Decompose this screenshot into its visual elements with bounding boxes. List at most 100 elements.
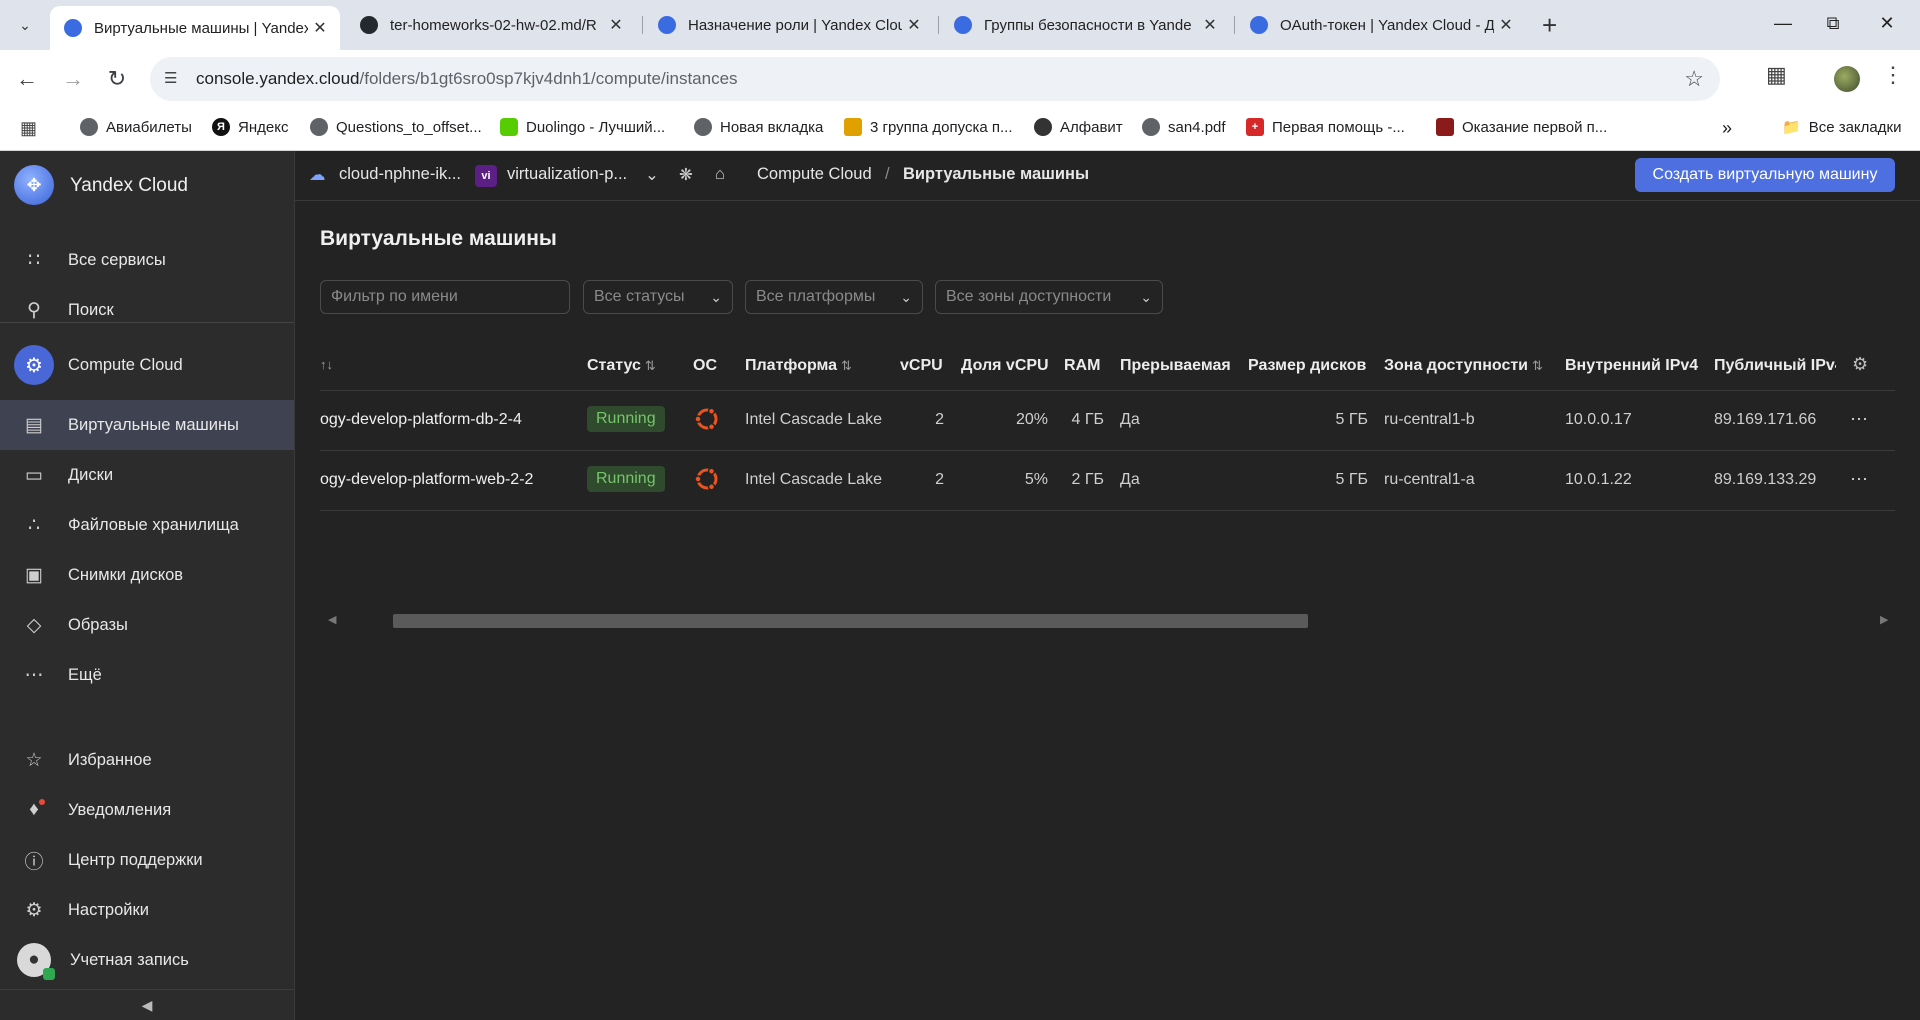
collapse-sidebar-icon[interactable]: ◀: [0, 989, 294, 1020]
close-tab-icon[interactable]: ✕: [308, 18, 332, 38]
row-actions-icon[interactable]: ⋯: [1850, 469, 1869, 490]
sidebar-item-disk-snapshots[interactable]: ▣ Снимки дисков: [0, 550, 294, 600]
sidebar-item-support[interactable]: ⓘ Центр поддержки: [0, 835, 294, 885]
reload-icon[interactable]: ↻: [102, 64, 132, 94]
vm-disk-size: 5 ГБ: [1335, 411, 1368, 428]
row-actions-icon[interactable]: ⋯: [1850, 409, 1869, 430]
bookmark-item[interactable]: Я Яндекс: [212, 118, 288, 136]
name-filter-input[interactable]: Фильтр по имени: [320, 280, 570, 314]
chevron-down-icon[interactable]: ⌄: [645, 165, 659, 185]
scroll-right-icon[interactable]: ▶: [1880, 613, 1888, 626]
sort-icon: ⇅: [1532, 358, 1543, 373]
eye-icon: [1034, 118, 1052, 136]
name-sort-icon[interactable]: ↑↓: [320, 357, 333, 372]
column-status[interactable]: Статус ⇅: [587, 357, 656, 375]
column-zone-label: Зона доступности: [1384, 357, 1529, 374]
brand-name[interactable]: Yandex Cloud: [70, 175, 188, 197]
browser-tab-active[interactable]: Виртуальные машины | Yandex ✕: [50, 6, 340, 50]
sidebar-item-virtual-machines[interactable]: ▤ Виртуальные машины: [0, 400, 294, 450]
vm-icon: ▤: [25, 414, 43, 436]
bookmark-item[interactable]: Новая вкладка: [694, 118, 823, 136]
forward-icon[interactable]: →: [58, 64, 88, 94]
close-tab-icon[interactable]: ✕: [1198, 15, 1222, 35]
minimize-icon[interactable]: —: [1760, 8, 1806, 38]
bookmark-item[interactable]: Questions_to_offset...: [310, 118, 482, 136]
column-platform[interactable]: Платформа ⇅: [745, 357, 852, 375]
window-close-icon[interactable]: ✕: [1864, 8, 1910, 38]
new-tab-icon[interactable]: +: [1542, 10, 1557, 41]
status-badge: Running: [587, 406, 665, 432]
sidebar-item-notifications[interactable]: ♦ Уведомления: [0, 785, 294, 835]
sidebar-item-more[interactable]: ⋯ Ещё: [0, 650, 294, 700]
scrollbar-thumb[interactable]: [393, 614, 1308, 628]
bookmark-label: Авиабилеты: [106, 118, 192, 136]
bookmark-star-icon[interactable]: ☆: [1684, 66, 1704, 92]
table-settings-gear-icon[interactable]: ⚙: [1852, 354, 1868, 375]
bookmark-item[interactable]: Алфавит: [1034, 118, 1123, 136]
home-icon[interactable]: ⌂: [715, 165, 725, 184]
sidebar-service-compute-cloud[interactable]: ⚙ Compute Cloud: [0, 337, 294, 393]
breadcrumb-folder[interactable]: virtualization-p...: [507, 165, 627, 184]
breadcrumb-service[interactable]: Compute Cloud: [757, 165, 872, 184]
globe-icon: [1142, 118, 1160, 136]
vm-name[interactable]: ogy-develop-platform-db-2-4: [320, 411, 522, 429]
browser-menu-icon[interactable]: ⋮: [1882, 62, 1904, 88]
browser-tab[interactable]: Группы безопасности в Yande ✕: [940, 8, 1230, 42]
sidebar-item-settings[interactable]: ⚙ Настройки: [0, 885, 294, 935]
search-icon: ⚲: [27, 299, 41, 321]
extensions-icon[interactable]: ▦: [1766, 62, 1787, 88]
bookmark-item[interactable]: Duolingo - Лучший...: [500, 118, 665, 136]
sidebar-item-favorites[interactable]: ☆ Избранное: [0, 735, 294, 785]
zone-filter-select[interactable]: Все зоны доступности ⌄: [935, 280, 1163, 314]
yandex-cloud-favicon-icon: [658, 16, 676, 34]
sidebar-item-all-services[interactable]: ∷ Все сервисы: [0, 235, 294, 285]
browser-tab[interactable]: OAuth-токен | Yandex Cloud - Д ✕: [1236, 8, 1526, 42]
back-icon[interactable]: ←: [12, 64, 42, 94]
sidebar-item-label: Все сервисы: [68, 250, 166, 269]
sidebar-item-file-storage[interactable]: ∴ Файловые хранилища: [0, 500, 294, 550]
profile-avatar[interactable]: [1834, 66, 1860, 92]
vm-name[interactable]: ogy-develop-platform-web-2-2: [320, 471, 533, 489]
sidebar-item-label: Учетная запись: [70, 950, 189, 969]
column-public-ip: Публичный IPv4: [1714, 357, 1836, 374]
topology-icon[interactable]: ❋: [679, 165, 693, 185]
bookmark-item[interactable]: + Первая помощь -...: [1246, 118, 1405, 136]
status-filter-select[interactable]: Все статусы ⌄: [583, 280, 733, 314]
horizontal-scrollbar[interactable]: ◀ ▶: [320, 612, 1895, 630]
column-vcpu-share: Доля vCPU: [961, 357, 1049, 374]
create-vm-button[interactable]: Создать виртуальную машину: [1635, 158, 1895, 192]
address-url[interactable]: console.yandex.cloud/folders/b1gt6sro0sp…: [196, 69, 738, 89]
restore-icon[interactable]: ⧉: [1810, 8, 1856, 38]
close-tab-icon[interactable]: ✕: [902, 15, 926, 35]
table-row[interactable]: ogy-develop-platform-web-2-2 Running Int…: [320, 451, 1895, 511]
browser-tab[interactable]: Назначение роли | Yandex Clou ✕: [644, 8, 934, 42]
scroll-left-icon[interactable]: ◀: [328, 613, 336, 626]
close-tab-icon[interactable]: ✕: [1494, 15, 1518, 35]
bookmark-favicon-icon: [1436, 118, 1454, 136]
close-tab-icon[interactable]: ✕: [604, 15, 628, 35]
breadcrumb-cloud[interactable]: cloud-nphne-ik...: [339, 165, 461, 184]
bookmark-item[interactable]: 3 группа допуска п...: [844, 118, 1013, 136]
column-zone[interactable]: Зона доступности ⇅: [1384, 357, 1543, 375]
sidebar-item-disks[interactable]: ▭ Диски: [0, 450, 294, 500]
more-bookmarks-icon[interactable]: »: [1722, 118, 1732, 139]
bookmark-item[interactable]: Оказание первой п...: [1436, 118, 1607, 136]
sidebar-item-account[interactable]: ● Учетная запись: [0, 935, 294, 985]
bookmark-item[interactable]: san4.pdf: [1142, 118, 1226, 136]
bookmark-item[interactable]: Авиабилеты: [80, 118, 192, 136]
vm-ram: 2 ГБ: [1071, 471, 1104, 488]
yandex-cloud-logo-icon[interactable]: ✥: [14, 165, 54, 205]
table-row[interactable]: ogy-develop-platform-db-2-4 Running Inte…: [320, 391, 1895, 451]
all-bookmarks[interactable]: 📁 Все закладки: [1782, 118, 1901, 137]
vm-vcpu-share: 20%: [1015, 411, 1048, 428]
apps-grid-icon[interactable]: ▦: [20, 118, 37, 139]
tab-search-chevron-icon[interactable]: ⌄: [10, 12, 40, 38]
site-settings-icon[interactable]: ☰: [164, 69, 184, 89]
compute-cloud-icon: ⚙: [14, 345, 54, 385]
vm-platform: Intel Cascade Lake: [745, 471, 882, 488]
browser-tab[interactable]: ter-homeworks-02-hw-02.md/R ✕: [346, 8, 636, 42]
sidebar-item-search[interactable]: ⚲ Поиск: [0, 285, 294, 335]
platform-filter-select[interactable]: Все платформы ⌄: [745, 280, 923, 314]
sidebar-item-images[interactable]: ◇ Образы: [0, 600, 294, 650]
address-bar[interactable]: ☰ console.yandex.cloud/folders/b1gt6sro0…: [150, 57, 1720, 101]
